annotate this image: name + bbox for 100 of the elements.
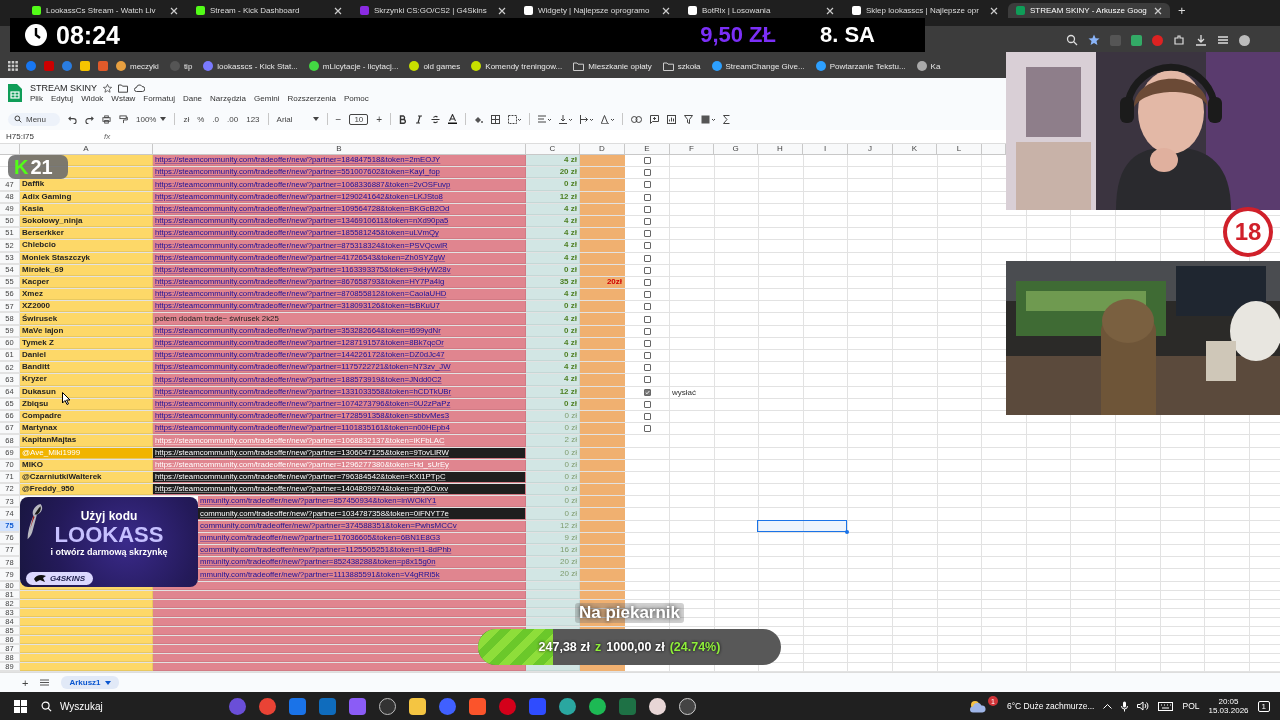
folder-icon[interactable]: [409, 697, 426, 715]
close-icon[interactable]: [1154, 6, 1162, 15]
app-icon[interactable]: [679, 697, 696, 715]
redo-icon[interactable]: [85, 114, 94, 124]
bookmark-icon[interactable]: [409, 61, 420, 71]
name-box[interactable]: H75:I75: [6, 132, 90, 141]
app-icon[interactable]: [379, 697, 396, 715]
browser-tab[interactable]: LookassCs Stream - Watch Liv: [24, 3, 186, 18]
browser-icon[interactable]: [259, 697, 276, 715]
percent-format-button[interactable]: %: [197, 114, 205, 124]
filter-icon[interactable]: [684, 114, 694, 124]
checkbox[interactable]: [644, 315, 651, 323]
paint-roller-icon[interactable]: [119, 114, 128, 124]
column-header[interactable]: C: [526, 144, 580, 155]
undo-icon[interactable]: [68, 114, 77, 124]
add-sheet-button[interactable]: +: [22, 676, 29, 689]
puzzle-icon[interactable]: [1173, 34, 1185, 46]
app-icon[interactable]: [469, 697, 486, 715]
browser-tab[interactable]: BotRix | Losowania: [680, 3, 842, 18]
print-icon[interactable]: [102, 114, 111, 124]
weather-widget[interactable]: 6°C Duże zachmurze...: [1007, 701, 1095, 711]
close-icon[interactable]: [826, 6, 834, 15]
browser-tab[interactable]: Widgety | Najlepsze oprogramo: [516, 3, 678, 18]
checkbox[interactable]: [644, 303, 651, 311]
decrease-decimals-button[interactable]: .0: [212, 114, 220, 124]
decrease-font-button[interactable]: −: [335, 113, 342, 125]
bookmark[interactable]: Powtarzanie Tekstu...: [829, 61, 906, 71]
checkbox[interactable]: [644, 425, 651, 433]
menu-item[interactable]: Edytuj: [50, 94, 74, 103]
checkbox[interactable]: [644, 181, 651, 189]
zoom-dropdown[interactable]: 100%: [136, 114, 167, 124]
font-dropdown[interactable]: Arial: [276, 114, 319, 124]
checkbox[interactable]: [644, 400, 651, 408]
close-icon[interactable]: [662, 6, 670, 15]
strikethrough-icon[interactable]: [431, 114, 441, 124]
filter-views-icon[interactable]: [701, 114, 716, 124]
download-icon[interactable]: [1195, 34, 1207, 46]
bookmark-icon[interactable]: [711, 61, 722, 71]
checkbox[interactable]: [644, 218, 651, 226]
checkbox[interactable]: [644, 169, 651, 177]
extension-icon[interactable]: [1131, 34, 1142, 46]
star-icon[interactable]: [103, 83, 112, 93]
star-icon[interactable]: [1088, 34, 1100, 46]
checkbox[interactable]: [644, 339, 651, 347]
column-header[interactable]: B: [153, 144, 526, 155]
checkbox[interactable]: [644, 327, 651, 335]
column-header[interactable]: L: [937, 144, 982, 155]
close-icon[interactable]: [498, 6, 506, 15]
checkbox[interactable]: [644, 291, 651, 299]
currency-format-button[interactable]: zł: [183, 114, 190, 124]
bookmark-icon[interactable]: [916, 61, 927, 71]
search-field[interactable]: Wyszukaj: [41, 700, 221, 712]
speaker-icon[interactable]: [1137, 701, 1150, 711]
number-format-button[interactable]: 123: [246, 114, 260, 124]
browser-tab[interactable]: STREAM SKINY - Arkusze Goog: [1008, 3, 1170, 18]
menu-item[interactable]: Narzędzia: [210, 94, 247, 103]
apps-grid-icon[interactable]: [8, 61, 18, 71]
column-header[interactable]: G: [714, 144, 758, 155]
increase-font-button[interactable]: +: [376, 113, 383, 125]
vertical-align-icon[interactable]: [559, 114, 573, 124]
menu-item[interactable]: Gemini: [254, 94, 280, 103]
menu-item[interactable]: Wstaw: [111, 94, 136, 103]
menu-search-field[interactable]: Menu: [8, 112, 60, 126]
checkbox[interactable]: [644, 254, 651, 262]
sum-icon[interactable]: [723, 114, 731, 124]
text-rotation-icon[interactable]: [601, 114, 615, 124]
keyboard-icon[interactable]: [1158, 701, 1174, 711]
bookmark[interactable]: Mieszkanie opłaty: [588, 61, 652, 71]
bookmark[interactable]: mLicytacje - licytacj...: [322, 61, 399, 71]
menu-item[interactable]: Pomoc: [343, 94, 369, 103]
folder-icon[interactable]: [118, 83, 128, 93]
bookmark[interactable]: StreamChange Give...: [725, 61, 805, 71]
checkbox[interactable]: [644, 413, 651, 421]
column-header[interactable]: F: [670, 144, 714, 155]
browser-tab[interactable]: Stream - Kick Dashboard: [188, 3, 350, 18]
bookmark[interactable]: old games: [423, 61, 461, 71]
bookmark-icon[interactable]: [815, 61, 826, 71]
checkbox[interactable]: [644, 278, 651, 286]
close-icon[interactable]: [170, 6, 178, 15]
bookmark-icon[interactable]: [203, 61, 214, 71]
close-icon[interactable]: [334, 6, 342, 15]
bold-icon[interactable]: [399, 114, 408, 124]
bookmark[interactable]: lookasscs - Kick Stat...: [217, 61, 298, 71]
avatar-icon[interactable]: [1239, 34, 1250, 46]
bookmark[interactable]: tip: [183, 61, 193, 71]
column-header[interactable]: K: [893, 144, 937, 155]
checkbox[interactable]: [644, 205, 651, 213]
checkbox[interactable]: [644, 242, 651, 250]
align-left-icon[interactable]: [538, 114, 552, 124]
text-color-icon[interactable]: [448, 114, 458, 124]
link-icon[interactable]: [631, 115, 643, 123]
column-header[interactable]: D: [580, 144, 625, 155]
document-title[interactable]: STREAM SKINY: [30, 83, 97, 93]
app-icon[interactable]: [559, 697, 576, 715]
new-tab-button[interactable]: +: [1172, 3, 1192, 18]
cloud-icon[interactable]: [134, 84, 145, 92]
bookmark[interactable]: szkoła: [677, 61, 701, 71]
zoom-icon[interactable]: [1066, 34, 1078, 46]
chart-icon[interactable]: [667, 114, 677, 124]
cell-link[interactable]: community.com/tradeoffer/new/?partner=374588351&token=PwhsMCCv: [198, 520, 526, 532]
